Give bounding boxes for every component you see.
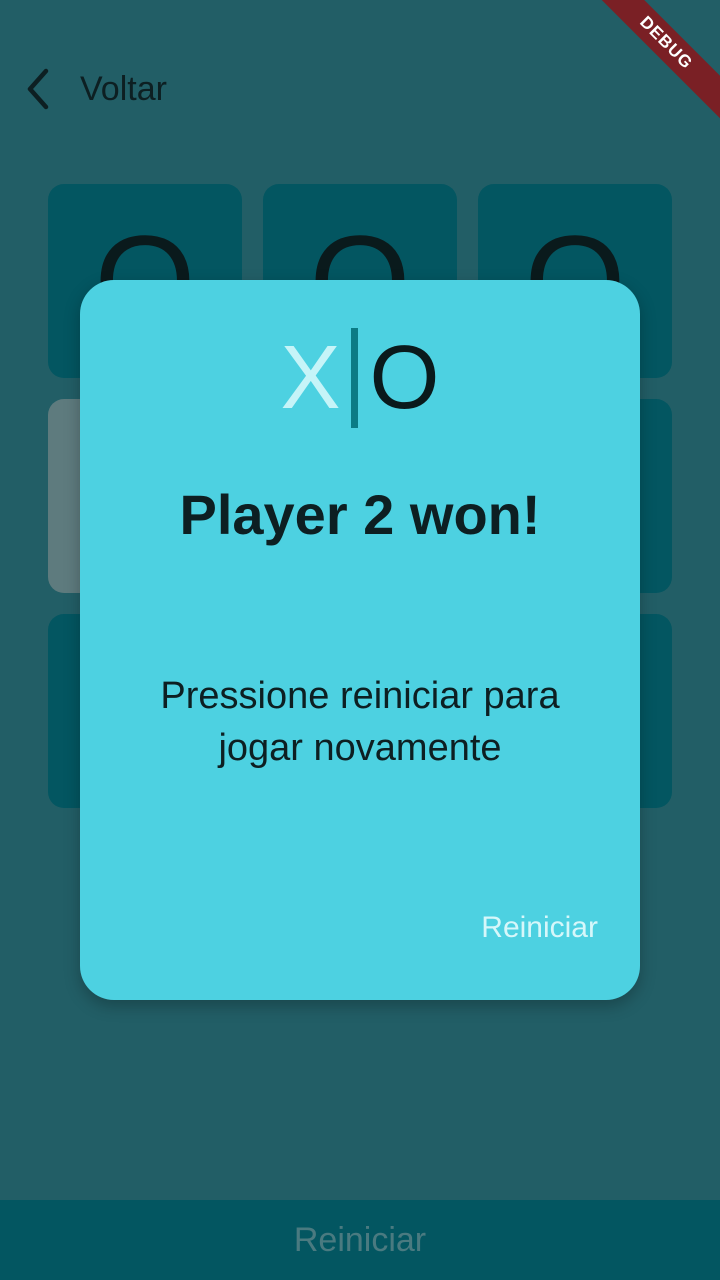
game-screen: Voltar O O O Reiniciar DEBUG X O Player …	[0, 0, 720, 1280]
back-button[interactable]: Voltar	[22, 64, 167, 114]
logo-x: X	[280, 328, 341, 428]
dialog-message: Pressione reiniciar para jogar novamente	[160, 675, 560, 769]
bottom-bar: Reiniciar	[0, 1200, 720, 1280]
restart-button[interactable]: Reiniciar	[288, 1220, 432, 1261]
game-over-dialog: X O Player 2 won! Pressione reiniciar pa…	[80, 280, 640, 1000]
back-label: Voltar	[80, 69, 167, 108]
chevron-left-icon	[27, 68, 49, 110]
dialog-title: Player 2 won!	[179, 483, 541, 546]
logo-divider	[350, 328, 358, 428]
debug-label: DEBUG	[590, 0, 720, 125]
app-logo: X O	[80, 328, 640, 428]
debug-banner: DEBUG	[590, 0, 720, 130]
logo-o: O	[369, 328, 440, 428]
dialog-restart-button[interactable]: Reiniciar	[475, 910, 604, 946]
